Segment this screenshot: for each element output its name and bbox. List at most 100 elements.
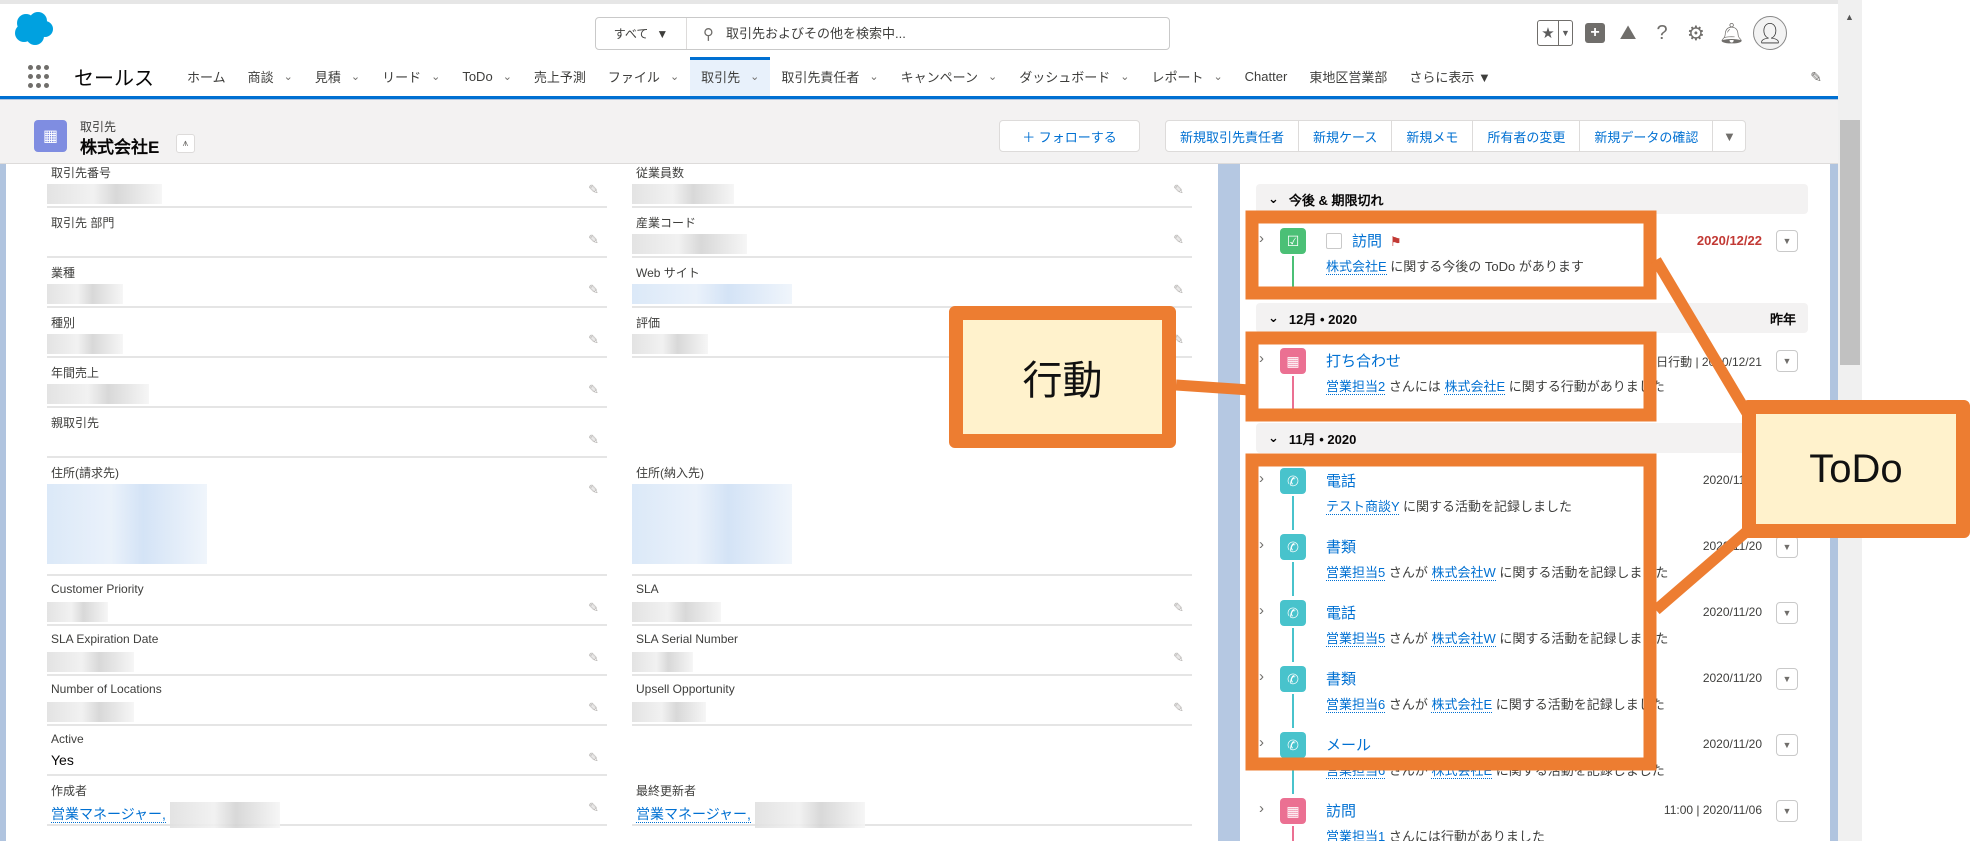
search-scope-dropdown[interactable]: すべて ▼ bbox=[596, 18, 687, 49]
search-input[interactable] bbox=[726, 26, 1146, 41]
activity-title-link[interactable]: メール bbox=[1326, 737, 1371, 754]
nav-tab[interactable]: ホーム bbox=[176, 57, 237, 96]
favorites-button[interactable]: ★ ▼ bbox=[1537, 20, 1573, 46]
expand-chevron-icon[interactable]: › bbox=[1259, 470, 1264, 487]
edit-pencil-icon[interactable]: ✎ bbox=[588, 432, 599, 448]
salesforce-logo-icon[interactable] bbox=[14, 12, 54, 46]
item-actions-dropdown-icon[interactable]: ▼ bbox=[1776, 602, 1798, 624]
record-link[interactable]: 営業担当5 bbox=[1326, 565, 1386, 581]
more-actions-button[interactable]: ▼ bbox=[1713, 121, 1745, 151]
user-link[interactable]: 営業マネージャー, bbox=[636, 805, 751, 823]
expand-chevron-icon[interactable]: › bbox=[1259, 350, 1264, 367]
expand-chevron-icon[interactable]: › bbox=[1259, 800, 1264, 817]
nav-tab[interactable]: リード ⌄ bbox=[371, 57, 451, 96]
app-launcher-icon[interactable] bbox=[28, 64, 52, 89]
edit-pencil-icon[interactable]: ✎ bbox=[1173, 282, 1184, 298]
nav-tab[interactable]: 取引先責任者 ⌄ bbox=[770, 57, 889, 96]
activity-title-link[interactable]: 訪問 bbox=[1352, 233, 1382, 250]
nav-tab[interactable]: レポート ⌄ bbox=[1140, 57, 1233, 96]
edit-pencil-icon[interactable]: ✎ bbox=[588, 482, 599, 498]
nav-tab[interactable]: Chatter bbox=[1234, 57, 1299, 96]
chevron-down-icon[interactable]: ⌄ bbox=[503, 70, 512, 83]
expand-chevron-icon[interactable]: › bbox=[1259, 230, 1264, 247]
view-hierarchy-icon[interactable]: ⩚ bbox=[176, 134, 195, 153]
edit-pencil-icon[interactable]: ✎ bbox=[588, 182, 599, 198]
check-new-data-button[interactable]: 新規データの確認 bbox=[1580, 121, 1714, 151]
timeline-group-header[interactable]: ⌄ 11月 • 2020 bbox=[1256, 423, 1808, 453]
item-actions-dropdown-icon[interactable]: ▼ bbox=[1776, 668, 1798, 690]
edit-nav-pencil-icon[interactable]: ✎ bbox=[1810, 69, 1822, 86]
follow-button[interactable]: ＋ フォローする bbox=[999, 120, 1140, 152]
nav-tab[interactable]: 取引先 ⌄ bbox=[690, 57, 771, 96]
add-icon[interactable]: + bbox=[1585, 23, 1605, 43]
record-link[interactable]: 株式会社E bbox=[1431, 763, 1493, 779]
record-link[interactable]: 株式会社E bbox=[1444, 379, 1506, 395]
record-link[interactable]: 営業担当5 bbox=[1326, 631, 1386, 647]
chevron-down-icon[interactable]: ⌄ bbox=[988, 70, 997, 83]
edit-pencil-icon[interactable]: ✎ bbox=[1173, 650, 1184, 666]
help-icon[interactable]: ? bbox=[1651, 22, 1673, 45]
edit-pencil-icon[interactable]: ✎ bbox=[588, 750, 599, 766]
new-case-button[interactable]: 新規ケース bbox=[1299, 121, 1393, 151]
user-avatar-icon[interactable]: 👤︎ bbox=[1753, 16, 1787, 50]
record-link[interactable]: 株式会社E bbox=[1431, 697, 1493, 713]
record-link[interactable]: 営業担当6 bbox=[1326, 697, 1386, 713]
edit-pencil-icon[interactable]: ✎ bbox=[588, 600, 599, 616]
record-link[interactable]: テスト商談Y bbox=[1326, 499, 1400, 515]
timeline-group-header[interactable]: ⌄ 12月 • 2020 昨年 bbox=[1256, 303, 1808, 333]
item-actions-dropdown-icon[interactable]: ▼ bbox=[1776, 536, 1798, 558]
task-complete-checkbox[interactable] bbox=[1326, 233, 1342, 249]
record-link[interactable]: 株式会社W bbox=[1431, 565, 1496, 581]
edit-pencil-icon[interactable]: ✎ bbox=[588, 232, 599, 248]
new-note-button[interactable]: 新規メモ bbox=[1392, 121, 1474, 151]
chevron-down-icon[interactable]: ⌄ bbox=[1268, 191, 1279, 207]
record-link[interactable]: 営業担当2 bbox=[1326, 379, 1386, 395]
record-link[interactable]: 営業担当1 bbox=[1326, 829, 1386, 841]
item-actions-dropdown-icon[interactable]: ▼ bbox=[1776, 734, 1798, 756]
change-owner-button[interactable]: 所有者の変更 bbox=[1473, 121, 1581, 151]
chevron-down-icon[interactable]: ⌄ bbox=[1213, 70, 1222, 83]
chevron-down-icon[interactable]: ⌄ bbox=[869, 70, 878, 83]
nav-tab[interactable]: 商談 ⌄ bbox=[237, 57, 304, 96]
activity-title-link[interactable]: 訪問 bbox=[1326, 803, 1356, 820]
activity-title-link[interactable]: 書類 bbox=[1326, 671, 1356, 688]
record-link[interactable]: 株式会社W bbox=[1431, 631, 1496, 647]
nav-tab[interactable]: キャンペーン ⌄ bbox=[890, 57, 1009, 96]
activity-title-link[interactable]: 打ち合わせ bbox=[1326, 353, 1401, 370]
edit-pencil-icon[interactable]: ✎ bbox=[588, 650, 599, 666]
timeline-group-header[interactable]: ⌄ 今後 & 期限切れ bbox=[1256, 184, 1808, 214]
edit-pencil-icon[interactable]: ✎ bbox=[588, 282, 599, 298]
nav-tab[interactable]: 売上予測 bbox=[523, 57, 597, 96]
item-actions-dropdown-icon[interactable]: ▼ bbox=[1776, 350, 1798, 372]
edit-pencil-icon[interactable]: ✎ bbox=[588, 700, 599, 716]
record-link[interactable]: 営業担当6 bbox=[1326, 763, 1386, 779]
record-link[interactable]: 株式会社E bbox=[1326, 259, 1387, 275]
activity-title-link[interactable]: 電話 bbox=[1326, 605, 1356, 622]
nav-tab[interactable]: 見積 ⌄ bbox=[304, 57, 371, 96]
chevron-down-icon[interactable]: ⌄ bbox=[284, 70, 293, 83]
favorites-menu-icon[interactable]: ▼ bbox=[1558, 21, 1572, 45]
expand-chevron-icon[interactable]: › bbox=[1259, 734, 1264, 751]
chevron-down-icon[interactable]: ⌄ bbox=[1268, 310, 1279, 326]
star-favorites-icon[interactable]: ★ bbox=[1538, 21, 1558, 45]
nav-tab[interactable]: 東地区営業部 bbox=[1298, 57, 1398, 96]
edit-pencil-icon[interactable]: ✎ bbox=[1173, 600, 1184, 616]
scrollbar-thumb[interactable] bbox=[1840, 120, 1860, 365]
expand-chevron-icon[interactable]: › bbox=[1259, 536, 1264, 553]
activity-title-link[interactable]: 書類 bbox=[1326, 539, 1356, 556]
chevron-down-icon[interactable]: ⌄ bbox=[351, 70, 360, 83]
new-contact-button[interactable]: 新規取引先責任者 bbox=[1166, 121, 1300, 151]
nav-tab[interactable]: さらに表示 ▼ bbox=[1398, 57, 1501, 96]
chevron-down-icon[interactable]: ⌄ bbox=[750, 70, 759, 83]
edit-pencil-icon[interactable]: ✎ bbox=[588, 382, 599, 398]
chevron-down-icon[interactable]: ⌄ bbox=[670, 70, 679, 83]
nav-tab[interactable]: ダッシュボード ⌄ bbox=[1008, 57, 1140, 96]
item-actions-dropdown-icon[interactable]: ▼ bbox=[1776, 230, 1798, 252]
nav-tab[interactable]: ファイル ⌄ bbox=[597, 57, 690, 96]
edit-pencil-icon[interactable]: ✎ bbox=[1173, 232, 1184, 248]
edit-pencil-icon[interactable]: ✎ bbox=[588, 800, 599, 816]
activity-title-link[interactable]: 電話 bbox=[1326, 473, 1356, 490]
settings-icon[interactable]: ⚙ bbox=[1685, 21, 1707, 46]
expand-chevron-icon[interactable]: › bbox=[1259, 668, 1264, 685]
notifications-bell-icon[interactable]: 🔔︎ bbox=[1719, 21, 1744, 46]
